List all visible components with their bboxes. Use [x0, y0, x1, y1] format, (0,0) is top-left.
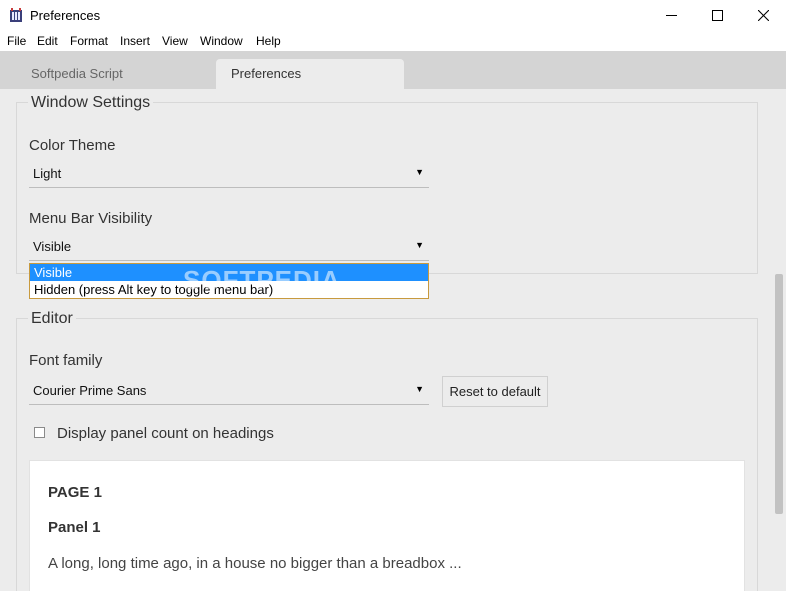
font-family-value: Courier Prime Sans	[33, 383, 147, 398]
option-hidden[interactable]: Hidden (press Alt key to toggle menu bar…	[30, 281, 428, 298]
font-family-select[interactable]: Courier Prime Sans ▼	[29, 377, 429, 405]
menu-window[interactable]: Window	[200, 34, 243, 48]
menu-help[interactable]: Help	[256, 34, 281, 48]
menu-bar-visibility-dropdown: Visible Hidden (press Alt key to toggle …	[29, 263, 429, 299]
menu-format[interactable]: Format	[70, 34, 108, 48]
tab-preferences[interactable]: Preferences	[216, 59, 404, 89]
tab-softpedia-script[interactable]: Softpedia Script	[0, 59, 218, 89]
menu-insert[interactable]: Insert	[120, 34, 150, 48]
preview-panel-heading: Panel 1	[48, 519, 101, 536]
scrollbar-thumb[interactable]	[775, 274, 783, 514]
display-panel-count-checkbox[interactable]	[34, 427, 45, 438]
menu-view[interactable]: View	[162, 34, 188, 48]
close-icon	[757, 10, 769, 21]
menu-bar: File Edit Format Insert View Window Help	[0, 31, 786, 51]
vertical-scrollbar[interactable]	[772, 89, 786, 591]
menu-bar-visibility-value: Visible	[33, 239, 72, 254]
minimize-icon	[665, 15, 677, 16]
dropdown-arrow-icon: ▼	[415, 240, 424, 250]
tab-strip: Softpedia Script Preferences	[0, 51, 786, 89]
window-settings-legend: Window Settings	[28, 94, 154, 112]
option-visible[interactable]: Visible	[30, 264, 428, 281]
dropdown-arrow-icon: ▼	[415, 384, 424, 394]
window-title: Preferences	[30, 8, 101, 23]
reset-to-default-button[interactable]: Reset to default	[442, 376, 548, 407]
title-bar: Preferences	[0, 0, 786, 31]
app-icon	[10, 8, 22, 22]
display-panel-count-label: Display panel count on headings	[57, 425, 274, 442]
color-theme-select[interactable]: Light ▼	[29, 160, 429, 188]
maximize-button[interactable]	[694, 0, 740, 31]
color-theme-value: Light	[33, 166, 62, 181]
menu-edit[interactable]: Edit	[37, 34, 58, 48]
menu-bar-visibility-label: Menu Bar Visibility	[29, 210, 153, 227]
preview-text: A long, long time ago, in a house no big…	[48, 555, 462, 572]
font-preview: PAGE 1 Panel 1 A long, long time ago, in…	[29, 460, 745, 591]
color-theme-label: Color Theme	[29, 137, 116, 154]
editor-legend: Editor	[28, 310, 76, 328]
menu-bar-visibility-select[interactable]: Visible ▼	[29, 233, 429, 261]
font-family-label: Font family	[29, 352, 103, 369]
maximize-icon	[711, 10, 723, 21]
close-button[interactable]	[740, 0, 786, 31]
menu-file[interactable]: File	[7, 34, 26, 48]
minimize-button[interactable]	[648, 0, 694, 31]
preview-page-heading: PAGE 1	[48, 484, 102, 501]
preferences-content: Window Settings Color Theme Light ▼ Menu…	[0, 89, 772, 591]
dropdown-arrow-icon: ▼	[415, 167, 424, 177]
